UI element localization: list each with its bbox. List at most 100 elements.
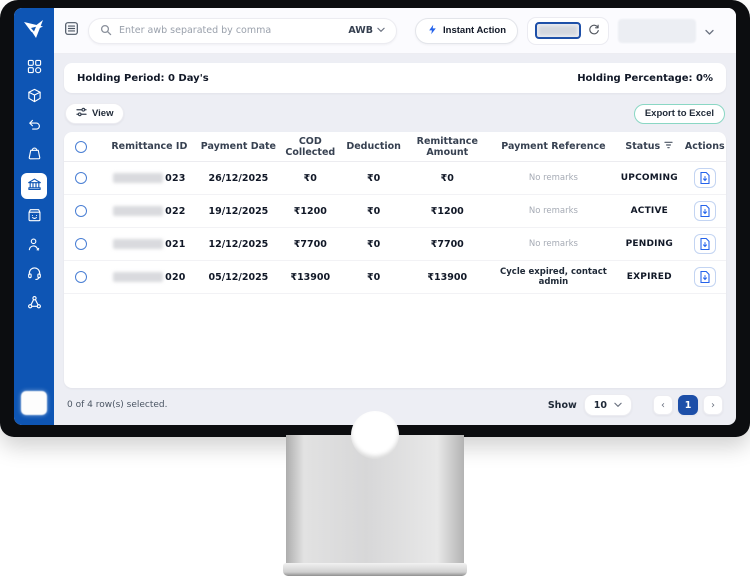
holding-summary-bar: Holding Period: 0 Day's Holding Percenta… [64, 63, 726, 93]
deduction: ₹0 [367, 205, 381, 217]
remittance-id-redacted [113, 272, 164, 282]
remittance-amount: ₹7700 [430, 238, 464, 250]
table-header-row: Remittance ID Payment Date COD Collected… [64, 132, 726, 162]
customers-person-icon [27, 237, 42, 256]
awb-filter-label: AWB [348, 25, 374, 36]
row-checkbox[interactable] [75, 172, 87, 184]
remittance-bank-icon [27, 177, 42, 196]
payment-reference: No remarks [528, 239, 578, 249]
search-icon [100, 21, 112, 40]
monitor-base [283, 563, 467, 576]
remittance-amount: ₹13900 [427, 271, 468, 283]
main-area: Enter awb separated by comma AWB Instant… [54, 8, 736, 425]
row-action-button[interactable] [693, 168, 716, 188]
payment-reference: Cycle expired, contact admin [500, 267, 607, 287]
search-placeholder: Enter awb separated by comma [119, 25, 272, 36]
sidebar-item-returns[interactable] [21, 115, 47, 137]
select-all-checkbox[interactable] [75, 140, 87, 153]
remittance-id-redacted [113, 173, 164, 183]
show-label: Show [547, 399, 577, 411]
remittance-id-redacted [113, 239, 164, 249]
refresh-icon [588, 21, 600, 40]
sidebar-item-support[interactable] [21, 264, 47, 286]
status-label: EXPIRED [626, 272, 672, 282]
view-button[interactable]: View [65, 103, 125, 124]
sidebar-item-products[interactable] [21, 206, 47, 228]
remittance-id-suffix: 023 [165, 172, 186, 184]
wallet-refresh-button[interactable] [587, 24, 601, 38]
sidebar-toggle-button[interactable] [64, 22, 79, 40]
remittance-amount: ₹1200 [430, 205, 464, 217]
awb-filter-dropdown[interactable]: AWB [348, 25, 385, 36]
products-box-icon [27, 208, 42, 227]
sidebar-user-avatar[interactable] [21, 391, 47, 415]
filter-icon[interactable] [664, 141, 673, 152]
payment-date: 05/12/2025 [208, 271, 269, 283]
table-row: 020 05/12/2025 ₹13900 ₹0 ₹13900 Cycle ex… [64, 261, 726, 294]
returns-undo-icon [27, 117, 42, 136]
deduction: ₹0 [367, 271, 381, 283]
bolt-icon [427, 24, 438, 38]
integrations-share-icon [27, 295, 42, 314]
sidebar-item-remittance[interactable] [21, 173, 47, 199]
table-footer: 0 of 4 row(s) selected. Show 10 ‹ 1 › [64, 388, 726, 425]
sidebar-item-integrations[interactable] [21, 293, 47, 315]
orders-package-icon [27, 88, 42, 107]
row-action-button[interactable] [693, 234, 716, 254]
sidebar-item-orders[interactable] [21, 86, 47, 108]
brand-logo[interactable] [20, 15, 48, 43]
account-widget[interactable] [618, 18, 714, 43]
status-header-label: Status [625, 141, 661, 152]
next-page-button[interactable]: › [703, 395, 723, 415]
wallet-balance[interactable] [535, 22, 581, 39]
col-actions: Actions [684, 141, 725, 152]
instant-action-button[interactable]: Instant Action [415, 17, 518, 44]
support-headset-icon [27, 266, 42, 285]
export-to-excel-button[interactable]: Export to Excel [633, 103, 725, 124]
remittance-table: Remittance ID Payment Date COD Collected… [64, 132, 726, 388]
export-button-label: Export to Excel [644, 108, 714, 119]
awb-search-input[interactable]: Enter awb separated by comma AWB [88, 17, 398, 44]
table-toolbar: View Export to Excel [65, 103, 725, 124]
chevron-down-icon [614, 400, 622, 411]
sidebar [14, 8, 54, 425]
top-header: Enter awb separated by comma AWB Instant… [54, 8, 736, 54]
view-button-label: View [92, 108, 114, 119]
row-checkbox[interactable] [75, 205, 87, 217]
holding-percentage-text: Holding Percentage: 0% [577, 72, 713, 84]
sidebar-nav [21, 57, 47, 315]
list-icon [64, 21, 79, 40]
chevron-down-icon [377, 25, 385, 36]
payment-date: 12/12/2025 [208, 238, 269, 250]
wallet-balance-redacted [539, 26, 577, 35]
remittance-amount: ₹0 [440, 172, 454, 184]
row-checkbox[interactable] [75, 271, 87, 283]
table-row: 021 12/12/2025 ₹7700 ₹0 ₹7700 No remarks… [64, 228, 726, 261]
page-size-value: 10 [593, 399, 607, 411]
instant-action-label: Instant Action [443, 25, 506, 36]
status-label: UPCOMING [620, 173, 678, 183]
row-action-button[interactable] [693, 267, 716, 287]
row-action-button[interactable] [693, 201, 716, 221]
cod-collected: ₹7700 [293, 238, 327, 250]
sidebar-item-weight[interactable] [21, 144, 47, 166]
remittance-id-suffix: 020 [165, 271, 186, 283]
cod-collected: ₹13900 [290, 271, 331, 283]
row-checkbox[interactable] [75, 238, 87, 250]
dashboard-icon [27, 59, 42, 78]
payment-date: 26/12/2025 [208, 172, 269, 184]
status-label: ACTIVE [630, 206, 668, 216]
table-row: 023 26/12/2025 ₹0 ₹0 ₹0 No remarks UPCOM… [64, 162, 726, 195]
page-1-button[interactable]: 1 [678, 395, 698, 415]
page-size-dropdown[interactable]: 10 [583, 394, 632, 416]
holding-period-text: Holding Period: 0 Day's [77, 72, 209, 84]
cod-collected: ₹0 [303, 172, 317, 184]
sidebar-item-dashboard[interactable] [21, 57, 47, 79]
col-payment-date: Payment Date [200, 141, 277, 152]
app-screen: Enter awb separated by comma AWB Instant… [14, 8, 736, 425]
payment-date: 19/12/2025 [208, 205, 269, 217]
sidebar-item-customers[interactable] [21, 235, 47, 257]
table-row: 022 19/12/2025 ₹1200 ₹0 ₹1200 No remarks… [64, 195, 726, 228]
remittance-id-suffix: 021 [165, 238, 186, 250]
prev-page-button[interactable]: ‹ [653, 395, 673, 415]
